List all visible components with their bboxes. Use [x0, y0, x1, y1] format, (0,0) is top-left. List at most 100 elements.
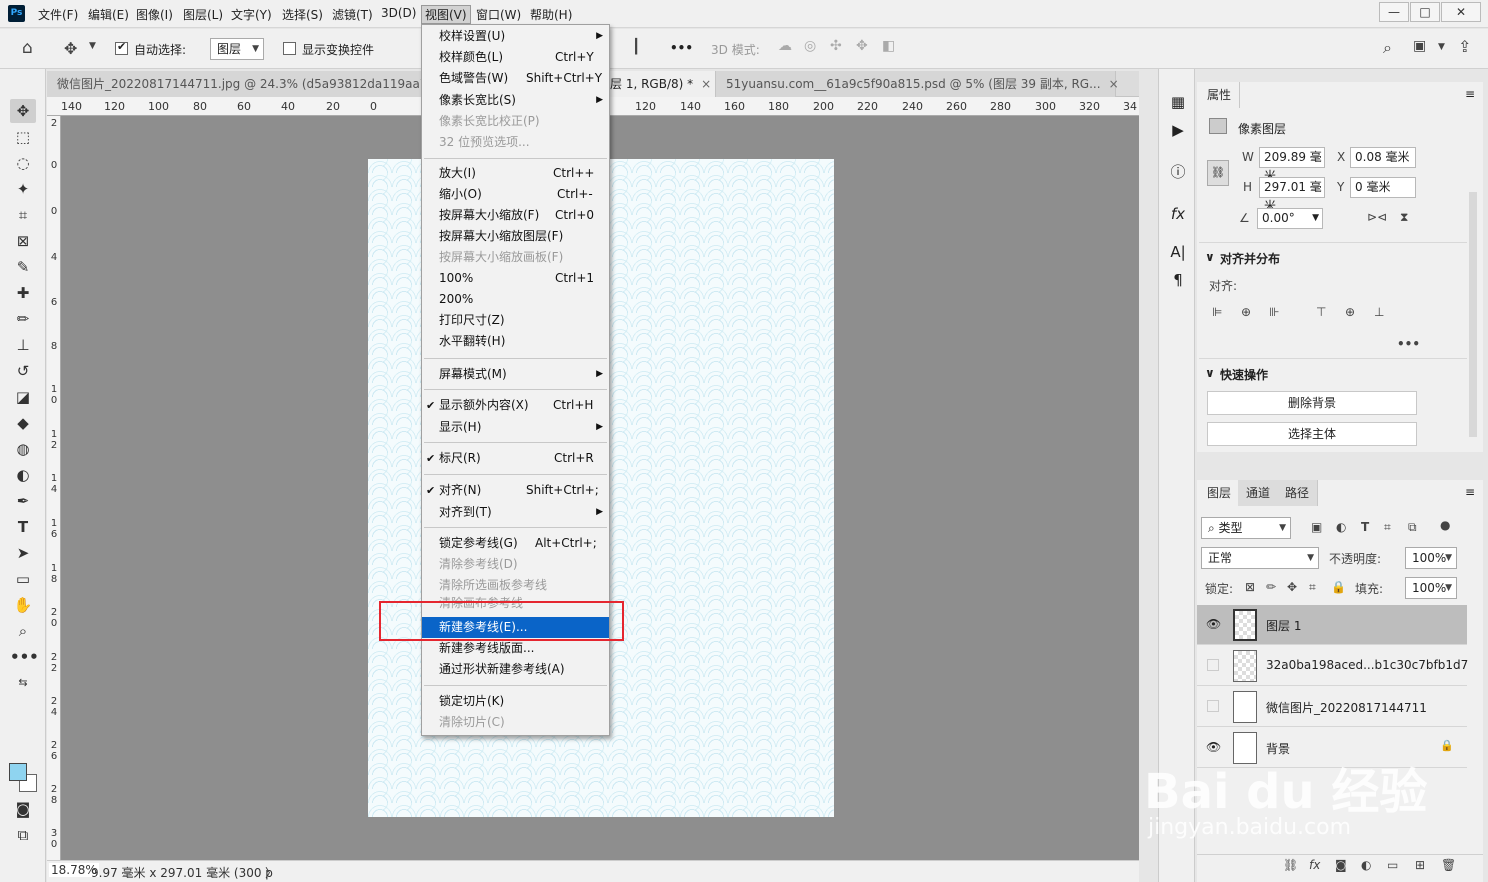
lock-position-icon[interactable]: ✥ [1287, 580, 1297, 594]
menu-item-screen-mode[interactable]: 屏幕模式(M) ▶ [422, 364, 609, 385]
new-group-icon[interactable]: ▭ [1387, 858, 1398, 872]
align-center-h-icon[interactable]: ⊕ [1241, 305, 1251, 319]
tab-channels[interactable]: 通道 [1238, 480, 1280, 506]
lock-artboard-icon[interactable]: ⌗ [1309, 580, 1316, 595]
eyedropper-icon[interactable]: ✎ [10, 255, 36, 279]
tab-paths[interactable]: 路径 [1277, 480, 1319, 506]
search-icon[interactable]: ⌕ [1383, 38, 1392, 58]
home-icon[interactable]: ⌂ [22, 38, 33, 58]
dodge-tool-icon[interactable]: ◐ [10, 463, 36, 487]
styles-panel-icon[interactable]: fx [1168, 205, 1188, 227]
auto-select-checkbox[interactable] [115, 40, 128, 55]
filter-shape-icon[interactable]: ⌗ [1384, 520, 1391, 535]
menu-item-fit-screen[interactable]: 按屏幕大小缩放(F) Ctrl+0 [422, 205, 609, 226]
fill-field[interactable]: 100% ▼ [1405, 577, 1457, 599]
menu-item-print-size[interactable]: 打印尺寸(Z) [422, 310, 609, 331]
align-middle-icon[interactable]: ⊕ [1345, 305, 1355, 319]
tab-document-3[interactable]: 51yuansu.com__61a9c5f90a815.psd @ 5% (图层… [716, 71, 1119, 97]
actions-panel-icon[interactable]: ▶ [1168, 121, 1188, 143]
menu-item-lock-guides[interactable]: 锁定参考线(G) Alt+Ctrl+; [422, 533, 609, 554]
foreground-color-swatch[interactable] [9, 763, 27, 781]
move-tool-icon[interactable]: ✥ [10, 99, 36, 123]
properties-scrollbar[interactable] [1469, 192, 1477, 437]
menu-item-snap[interactable]: ✔ 对齐(N) Shift+Ctrl+; [422, 480, 609, 501]
pen-tool-icon[interactable]: ✒ [10, 489, 36, 513]
history-brush-icon[interactable]: ↺ [10, 359, 36, 383]
link-layers-icon[interactable]: ⛓ [1283, 858, 1298, 872]
filter-toggle-icon[interactable]: ● [1440, 518, 1450, 532]
blur-tool-icon[interactable]: ◍ [10, 437, 36, 461]
layer-row[interactable]: 微信图片_20220817144711 [1197, 687, 1467, 727]
lasso-tool-icon[interactable]: ◌ [10, 151, 36, 175]
menu-item-gamut-warning[interactable]: 色域警告(W) Shift+Ctrl+Y [422, 68, 609, 89]
info-panel-icon[interactable]: ⓘ [1168, 161, 1188, 183]
hand-tool-icon[interactable]: ✋ [10, 593, 36, 617]
visibility-toggle[interactable] [1207, 700, 1219, 712]
new-layer-icon[interactable]: ⊞ [1415, 858, 1425, 872]
maximize-button[interactable]: □ [1410, 2, 1440, 22]
menu-edit[interactable]: 编辑(E) [88, 6, 129, 23]
type-tool-icon[interactable]: T [10, 515, 36, 539]
marquee-tool-icon[interactable]: ⬚ [10, 125, 36, 149]
close-window-button[interactable]: ✕ [1441, 2, 1481, 22]
menu-window[interactable]: 窗口(W) [476, 6, 521, 23]
show-transform-checkbox[interactable] [283, 42, 296, 55]
menu-item-flip-horizontal[interactable]: 水平翻转(H) [422, 331, 609, 352]
lock-all-icon[interactable]: 🔒 [1331, 580, 1346, 594]
panel-menu-icon[interactable]: ≡ [1465, 87, 1475, 101]
visibility-toggle[interactable] [1207, 659, 1219, 671]
filter-adjustment-icon[interactable]: ◐ [1336, 520, 1346, 534]
brush-tool-icon[interactable]: ✏ [10, 307, 36, 331]
menu-item-fit-layer[interactable]: 按屏幕大小缩放图层(F) [422, 226, 609, 247]
quick-mask-icon[interactable]: ◙ [10, 797, 36, 821]
menu-item-show-extras[interactable]: ✔ 显示额外内容(X) Ctrl+H [422, 395, 609, 416]
select-subject-button[interactable]: 选择主体 [1207, 422, 1417, 446]
eraser-icon[interactable]: ◪ [10, 385, 36, 409]
lock-transparent-icon[interactable]: ⊠ [1245, 580, 1255, 594]
chevron-down-icon[interactable]: ▼ [89, 41, 96, 51]
menu-item-show[interactable]: 显示(H) ▶ [422, 417, 609, 438]
add-mask-icon[interactable]: ◙ [1335, 858, 1347, 872]
lock-pixels-icon[interactable]: ✏ [1266, 580, 1276, 594]
edit-toolbar-icon[interactable]: ••• [10, 645, 39, 669]
chevron-down-icon[interactable]: ∨ [1205, 366, 1215, 380]
menu-layer[interactable]: 图层(L) [183, 6, 223, 23]
layer-filter-dropdown[interactable]: ⌕ 类型 ▼ [1201, 517, 1291, 539]
tab-properties[interactable]: 属性 [1199, 82, 1241, 108]
chevron-down-icon[interactable]: ▼ [1438, 42, 1445, 52]
menu-view[interactable]: 视图(V) [421, 5, 471, 24]
adjustment-layer-icon[interactable]: ◐ [1361, 858, 1371, 872]
menu-item-proof-setup[interactable]: 校样设置(U) ▶ [422, 26, 609, 47]
screen-mode-icon[interactable]: ⧉ [10, 823, 36, 847]
menu-item-new-guides-from-shape[interactable]: 通过形状新建参考线(A) [422, 659, 609, 680]
layer-row[interactable]: 32a0ba198aced...b1c30c7bfb1d7 [1197, 646, 1468, 686]
character-panel-icon[interactable]: A| [1168, 243, 1188, 265]
menu-file[interactable]: 文件(F) [38, 6, 78, 23]
chevron-down-icon[interactable]: ∨ [1205, 250, 1215, 264]
filter-type-icon[interactable]: T [1361, 520, 1369, 534]
workspace-icon[interactable]: ▣ [1413, 38, 1426, 54]
auto-select-dropdown[interactable]: 图层 ▼ [210, 38, 264, 60]
angle-field[interactable]: 0.00° ▼ [1257, 208, 1323, 229]
align-bottom-icon[interactable]: ⊥ [1374, 305, 1384, 319]
align-more-button[interactable]: ••• [1397, 337, 1420, 351]
magic-wand-icon[interactable]: ✦ [10, 177, 36, 201]
menu-help[interactable]: 帮助(H) [530, 6, 572, 23]
more-options-button[interactable]: ••• [670, 41, 693, 55]
menu-item-new-guide-layout[interactable]: 新建参考线版面... [422, 638, 609, 659]
tab-document-1[interactable]: 微信图片_20220817144711.jpg @ 24.3% (d5a9381… [47, 71, 447, 97]
stamp-tool-icon[interactable]: ⊥ [10, 333, 36, 357]
align-vertical-icon[interactable]: ┃ [632, 39, 640, 55]
healing-brush-icon[interactable]: ✚ [10, 281, 36, 305]
filter-pixel-icon[interactable]: ▣ [1311, 520, 1322, 534]
menu-item-rulers[interactable]: ✔ 标尺(R) Ctrl+R [422, 448, 609, 469]
menu-item-pixel-aspect[interactable]: 像素长宽比(S) ▶ [422, 90, 609, 111]
frame-tool-icon[interactable]: ⊠ [10, 229, 36, 253]
align-left-icon[interactable]: ⊫ [1212, 305, 1222, 319]
history-panel-icon[interactable]: ▦ [1168, 93, 1188, 115]
menu-item-zoom-out[interactable]: 缩小(O) Ctrl+- [422, 184, 609, 205]
menu-filter[interactable]: 滤镜(T) [332, 6, 373, 23]
width-field[interactable]: 209.89 毫米 [1259, 147, 1325, 183]
menu-image[interactable]: 图像(I) [136, 6, 173, 23]
remove-background-button[interactable]: 删除背景 [1207, 391, 1417, 415]
